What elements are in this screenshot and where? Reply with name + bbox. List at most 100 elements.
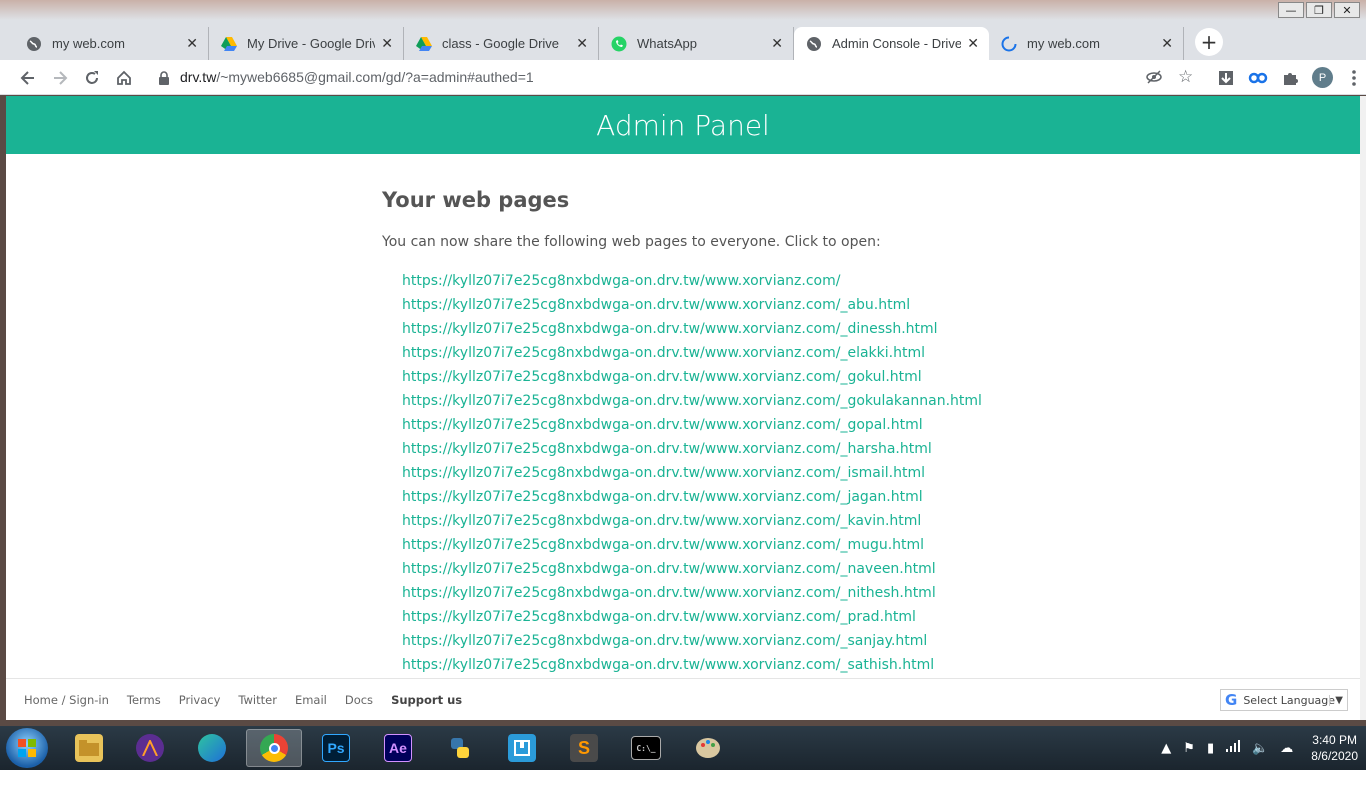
browser-tab[interactable]: My Drive - Google Drive ✕ [209,27,404,60]
web-page-link[interactable]: https://kyllz07i7e25cg8nxbdwga-on.drv.tw… [402,585,936,601]
tab-close-icon[interactable]: ✕ [381,35,393,52]
show-hidden-icons-icon[interactable]: ▲ [1161,741,1171,756]
footer-link[interactable]: Terms [127,693,161,707]
tab-close-icon[interactable]: ✕ [576,35,588,52]
close-window-button[interactable]: ✕ [1334,2,1360,18]
web-page-link[interactable]: https://kyllz07i7e25cg8nxbdwga-on.drv.tw… [402,633,927,649]
web-page-link[interactable]: https://kyllz07i7e25cg8nxbdwga-on.drv.tw… [402,561,936,577]
eye-off-icon[interactable] [1146,69,1162,89]
footer-link[interactable]: Twitter [238,693,277,707]
browser-tab[interactable]: my web.com ✕ [14,27,209,60]
taskbar-python[interactable] [432,729,488,767]
list-item: https://kyllz07i7e25cg8nxbdwga-on.drv.tw… [402,412,1082,436]
web-page: Admin Panel Your web pages You can now s… [6,96,1360,720]
taskbar-chrome[interactable] [246,729,302,767]
web-page-link[interactable]: https://kyllz07i7e25cg8nxbdwga-on.drv.tw… [402,465,925,481]
minimize-button[interactable]: — [1278,2,1304,18]
taskbar-terminal[interactable]: C:\_ [618,729,674,767]
list-item: https://kyllz07i7e25cg8nxbdwga-on.drv.tw… [402,580,1082,604]
footer-link[interactable]: Privacy [179,693,221,707]
web-page-link[interactable]: https://kyllz07i7e25cg8nxbdwga-on.drv.tw… [402,369,922,385]
loading-spinner-icon [1001,36,1017,52]
web-page-link[interactable]: https://kyllz07i7e25cg8nxbdwga-on.drv.tw… [402,417,923,433]
windows-taskbar: Ps Ae S C:\_ ▲ ⚑ ▮ 🔈 ☁ 3:40 PM 8/6/2020 [0,726,1366,770]
browser-tab[interactable]: WhatsApp ✕ [599,27,794,60]
globe-icon [26,36,42,52]
web-page-link[interactable]: https://kyllz07i7e25cg8nxbdwga-on.drv.tw… [402,657,934,673]
taskbar-edge[interactable] [184,729,240,767]
chrome-icon [260,734,288,762]
star-icon[interactable]: ☆ [1178,67,1193,87]
list-item: https://kyllz07i7e25cg8nxbdwga-on.drv.tw… [402,340,1082,364]
file-explorer-icon [75,734,103,762]
tab-label: my web.com [1027,36,1100,51]
dropdown-arrow-icon: ▼ [1329,694,1343,706]
web-page-link[interactable]: https://kyllz07i7e25cg8nxbdwga-on.drv.tw… [402,489,923,505]
tab-close-icon[interactable]: ✕ [1161,35,1173,52]
action-center-flag-icon[interactable]: ⚑ [1183,741,1195,756]
profile-avatar[interactable]: P [1312,67,1333,88]
web-page-link[interactable]: https://kyllz07i7e25cg8nxbdwga-on.drv.tw… [402,441,932,457]
taskbar-sublime[interactable]: S [556,729,612,767]
language-select[interactable]: G Select Language ▼ [1220,689,1348,711]
browser-toolbar: drv.tw/~myweb6685@gmail.com/gd/?a=admin#… [0,60,1366,95]
taskbar-affinity[interactable] [122,729,178,767]
page-scrollbar[interactable] [1360,96,1366,720]
desktop: — ❐ ✕ my web.com ✕ My Drive - Google Drive… [0,0,1366,804]
forward-icon[interactable] [48,66,72,90]
list-item: https://kyllz07i7e25cg8nxbdwga-on.drv.tw… [402,268,1082,292]
signal-icon[interactable] [1226,740,1241,756]
footer-link[interactable]: Support us [391,693,462,707]
tab-close-icon[interactable]: ✕ [186,35,198,52]
admin-banner: Admin Panel [6,96,1360,154]
list-item: https://kyllz07i7e25cg8nxbdwga-on.drv.tw… [402,316,1082,340]
browser-tab[interactable]: class - Google Drive ✕ [404,27,599,60]
web-page-link[interactable]: https://kyllz07i7e25cg8nxbdwga-on.drv.tw… [402,273,840,289]
link-extension-icon[interactable] [1246,66,1270,90]
browser-tab[interactable]: my web.com ✕ [989,27,1184,60]
battery-icon[interactable]: ▮ [1207,741,1214,756]
taskbar-app[interactable] [494,729,550,767]
volume-icon[interactable]: 🔈 [1252,741,1268,756]
intro-text: You can now share the following web page… [382,234,881,250]
address-bar[interactable]: drv.tw/~myweb6685@gmail.com/gd/?a=admin#… [146,63,1206,92]
menu-kebab-icon[interactable] [1342,66,1366,90]
window-controls: — ❐ ✕ [1276,2,1360,18]
web-page-link[interactable]: https://kyllz07i7e25cg8nxbdwga-on.drv.tw… [402,393,982,409]
web-page-link[interactable]: https://kyllz07i7e25cg8nxbdwga-on.drv.tw… [402,321,938,337]
web-page-link[interactable]: https://kyllz07i7e25cg8nxbdwga-on.drv.tw… [402,513,921,529]
edge-icon [198,734,226,762]
browser-tab-strip: — ❐ ✕ my web.com ✕ My Drive - Google Drive… [0,0,1366,60]
list-item: https://kyllz07i7e25cg8nxbdwga-on.drv.tw… [402,532,1082,556]
onedrive-cloud-icon[interactable]: ☁ [1280,741,1293,756]
tab-close-icon[interactable]: ✕ [771,35,783,52]
taskbar-after-effects[interactable]: Ae [370,729,426,767]
taskbar-paint[interactable] [680,729,736,767]
list-item: https://kyllz07i7e25cg8nxbdwga-on.drv.tw… [402,508,1082,532]
reload-icon[interactable] [80,66,104,90]
footer-link[interactable]: Home / Sign-in [24,693,109,707]
back-icon[interactable] [16,66,40,90]
footer-link[interactable]: Docs [345,693,373,707]
web-page-link[interactable]: https://kyllz07i7e25cg8nxbdwga-on.drv.tw… [402,609,916,625]
main-content: Your web pages You can now share the fol… [382,188,1082,676]
web-page-link[interactable]: https://kyllz07i7e25cg8nxbdwga-on.drv.tw… [402,345,925,361]
list-item: https://kyllz07i7e25cg8nxbdwga-on.drv.tw… [402,652,1082,676]
browser-tab[interactable]: Admin Console - DriveToWeb ✕ [794,27,989,60]
maximize-button[interactable]: ❐ [1306,2,1332,18]
list-item: https://kyllz07i7e25cg8nxbdwga-on.drv.tw… [402,364,1082,388]
footer-link[interactable]: Email [295,693,327,707]
taskbar-photoshop[interactable]: Ps [308,729,364,767]
start-button[interactable] [6,728,48,768]
clock[interactable]: 3:40 PM 8/6/2020 [1311,732,1358,764]
taskbar-file-explorer[interactable] [61,729,117,767]
extensions-puzzle-icon[interactable] [1278,66,1302,90]
home-icon[interactable] [112,66,136,90]
download-icon[interactable] [1214,66,1238,90]
new-tab-button[interactable]: + [1195,28,1223,56]
photoshop-icon: Ps [322,734,350,762]
web-page-link[interactable]: https://kyllz07i7e25cg8nxbdwga-on.drv.tw… [402,537,924,553]
whatsapp-icon [611,36,627,52]
web-page-link[interactable]: https://kyllz07i7e25cg8nxbdwga-on.drv.tw… [402,297,910,313]
tab-close-icon[interactable]: ✕ [967,35,979,52]
